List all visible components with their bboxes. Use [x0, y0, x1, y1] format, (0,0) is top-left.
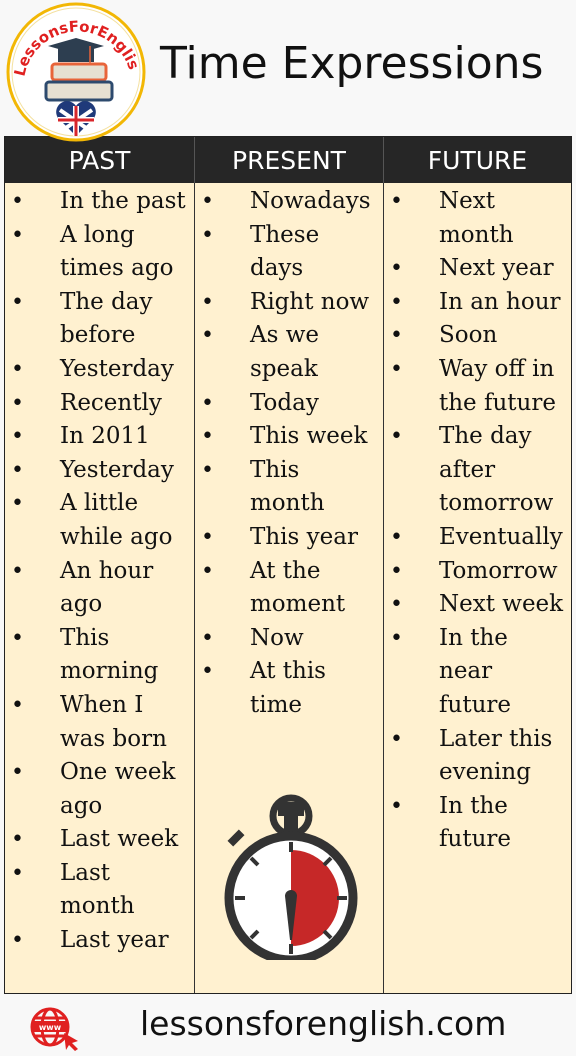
- list-item: When I was born: [5, 689, 194, 756]
- website-link[interactable]: lessonsforenglish.com: [140, 1004, 506, 1043]
- list-item: Now: [195, 622, 383, 656]
- lessonsforenglish-logo: LessonsForEnglish.Com: [2, 2, 146, 142]
- page-title: Time Expressions: [160, 38, 544, 89]
- www-globe-icon: www: [30, 1007, 78, 1051]
- stopwatch-icon: [224, 794, 358, 960]
- list-item: An hour ago: [5, 555, 194, 622]
- column-future: Next monthNext yearIn an hourSoonWay off…: [384, 183, 571, 993]
- column-past: In the pastA long times agoThe day befor…: [5, 183, 195, 993]
- list-item: Soon: [384, 319, 571, 353]
- list-item: Last month: [5, 857, 194, 924]
- list-item: Recently: [5, 387, 194, 421]
- list-item: One week ago: [5, 756, 194, 823]
- list-item: Eventually: [384, 521, 571, 555]
- list-item: Next month: [384, 185, 571, 252]
- list-item: This year: [195, 521, 383, 555]
- svg-text:www: www: [39, 1023, 62, 1032]
- list-item: Yesterday: [5, 454, 194, 488]
- list-item: In the future: [384, 790, 571, 857]
- list-item: As we speak: [195, 319, 383, 386]
- list-item: This month: [195, 454, 383, 521]
- list-item: Next week: [384, 588, 571, 622]
- list-item: Right now: [195, 286, 383, 320]
- list-item: These days: [195, 219, 383, 286]
- past-list: In the pastA long times agoThe day befor…: [5, 185, 194, 958]
- header: LessonsForEnglish.Com Time Expressions: [0, 0, 576, 142]
- list-item: Tomorrow: [384, 555, 571, 589]
- list-item: Last year: [5, 924, 194, 958]
- list-item: Yesterday: [5, 353, 194, 387]
- future-list: Next monthNext yearIn an hourSoonWay off…: [384, 185, 571, 857]
- list-item: At this time: [195, 655, 383, 722]
- list-item: This morning: [5, 622, 194, 689]
- list-item: In the past: [5, 185, 194, 219]
- column-heading-future: FUTURE: [427, 145, 528, 175]
- list-item: Next year: [384, 252, 571, 286]
- list-item: The day after tomorrow: [384, 420, 571, 521]
- present-list: NowadaysThese daysRight nowAs we speakTo…: [195, 185, 383, 723]
- list-item: Nowadays: [195, 185, 383, 219]
- list-item: At the moment: [195, 555, 383, 622]
- list-item: The day before: [5, 286, 194, 353]
- list-item: In an hour: [384, 286, 571, 320]
- list-item: Later this evening: [384, 723, 571, 790]
- list-item: This week: [195, 420, 383, 454]
- list-item: A little while ago: [5, 487, 194, 554]
- list-item: Today: [195, 387, 383, 421]
- list-item: Last week: [5, 823, 194, 857]
- list-item: In 2011: [5, 420, 194, 454]
- list-item: Way off in the future: [384, 353, 571, 420]
- list-item: In the near future: [384, 622, 571, 723]
- list-item: A long times ago: [5, 219, 194, 286]
- column-heading-present: PRESENT: [195, 137, 384, 183]
